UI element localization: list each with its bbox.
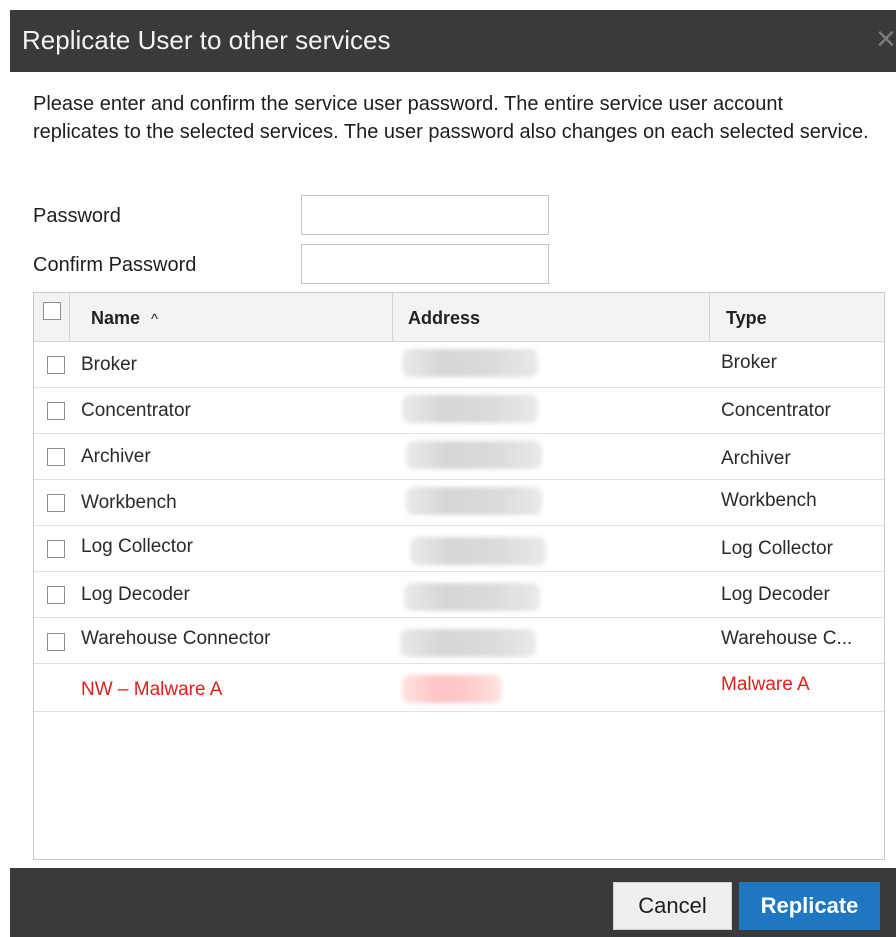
row-checkbox[interactable] — [47, 540, 65, 558]
row-type: Malware A — [721, 674, 810, 695]
row-type: Workbench — [721, 490, 817, 511]
address-redacted — [406, 441, 542, 469]
row-type: Broker — [721, 352, 777, 373]
services-grid: Name ^ Address Type Broker Broker Concen… — [33, 292, 885, 860]
password-input[interactable] — [301, 195, 549, 235]
row-name: Archiver — [81, 446, 151, 467]
address-redacted — [400, 629, 536, 657]
column-divider — [709, 293, 710, 341]
replicate-user-dialog: Replicate User to other services × Pleas… — [10, 10, 896, 937]
table-row[interactable]: NW – Malware A Malware A — [34, 663, 884, 712]
instructions-text: Please enter and confirm the service use… — [33, 93, 869, 143]
confirm-password-input[interactable] — [301, 244, 549, 284]
dialog-titlebar: Replicate User to other services × — [10, 10, 896, 72]
column-divider — [392, 293, 393, 341]
dialog-body: Please enter and confirm the service use… — [10, 72, 896, 868]
row-checkbox[interactable] — [47, 633, 65, 651]
column-header-name[interactable]: Name ^ — [91, 307, 158, 331]
table-row[interactable]: Broker Broker — [34, 341, 884, 388]
select-all-checkbox[interactable] — [43, 302, 61, 320]
replicate-button[interactable]: Replicate — [739, 882, 880, 930]
table-row[interactable]: Concentrator Concentrator — [34, 387, 884, 434]
row-checkbox[interactable] — [47, 356, 65, 374]
column-header-address[interactable]: Address — [408, 307, 480, 329]
row-name: NW – Malware A — [81, 679, 223, 700]
column-divider — [69, 293, 70, 341]
row-name: Log Decoder — [81, 584, 190, 605]
column-header-name-label: Name — [91, 308, 141, 328]
column-header-type[interactable]: Type — [726, 307, 767, 329]
row-type: Concentrator — [721, 400, 831, 421]
table-row[interactable]: Archiver Archiver — [34, 433, 884, 480]
cancel-button[interactable]: Cancel — [613, 882, 732, 930]
confirm-password-label: Confirm Password — [33, 254, 197, 276]
address-redacted — [410, 537, 546, 565]
row-type: Log Collector — [721, 538, 833, 559]
address-redacted — [402, 395, 538, 423]
row-type: Warehouse C... — [721, 628, 853, 649]
password-label: Password — [33, 205, 121, 227]
row-name: Workbench — [81, 492, 177, 513]
table-row[interactable]: Log Decoder Log Decoder — [34, 571, 884, 618]
address-redacted — [404, 583, 540, 611]
row-checkbox[interactable] — [47, 448, 65, 466]
row-checkbox[interactable] — [47, 586, 65, 604]
dialog-title: Replicate User to other services — [22, 25, 391, 55]
row-name: Concentrator — [81, 400, 191, 421]
address-redacted — [402, 349, 538, 377]
dialog-footer: Cancel Replicate — [10, 868, 896, 937]
row-name: Log Collector — [81, 536, 193, 557]
row-type: Log Decoder — [721, 584, 830, 605]
sort-ascending-icon: ^ — [151, 311, 159, 328]
close-icon[interactable]: × — [876, 22, 896, 56]
row-checkbox[interactable] — [47, 494, 65, 512]
table-row[interactable]: Warehouse Connector Warehouse C... — [34, 617, 884, 664]
address-redacted — [402, 675, 502, 703]
address-redacted — [406, 487, 542, 515]
table-row[interactable]: Workbench Workbench — [34, 479, 884, 526]
row-name: Broker — [81, 354, 137, 375]
row-type: Archiver — [721, 448, 791, 469]
table-row[interactable]: Log Collector Log Collector — [34, 525, 884, 572]
grid-header: Name ^ Address Type — [34, 293, 884, 342]
row-checkbox[interactable] — [47, 402, 65, 420]
row-name: Warehouse Connector — [81, 628, 271, 649]
